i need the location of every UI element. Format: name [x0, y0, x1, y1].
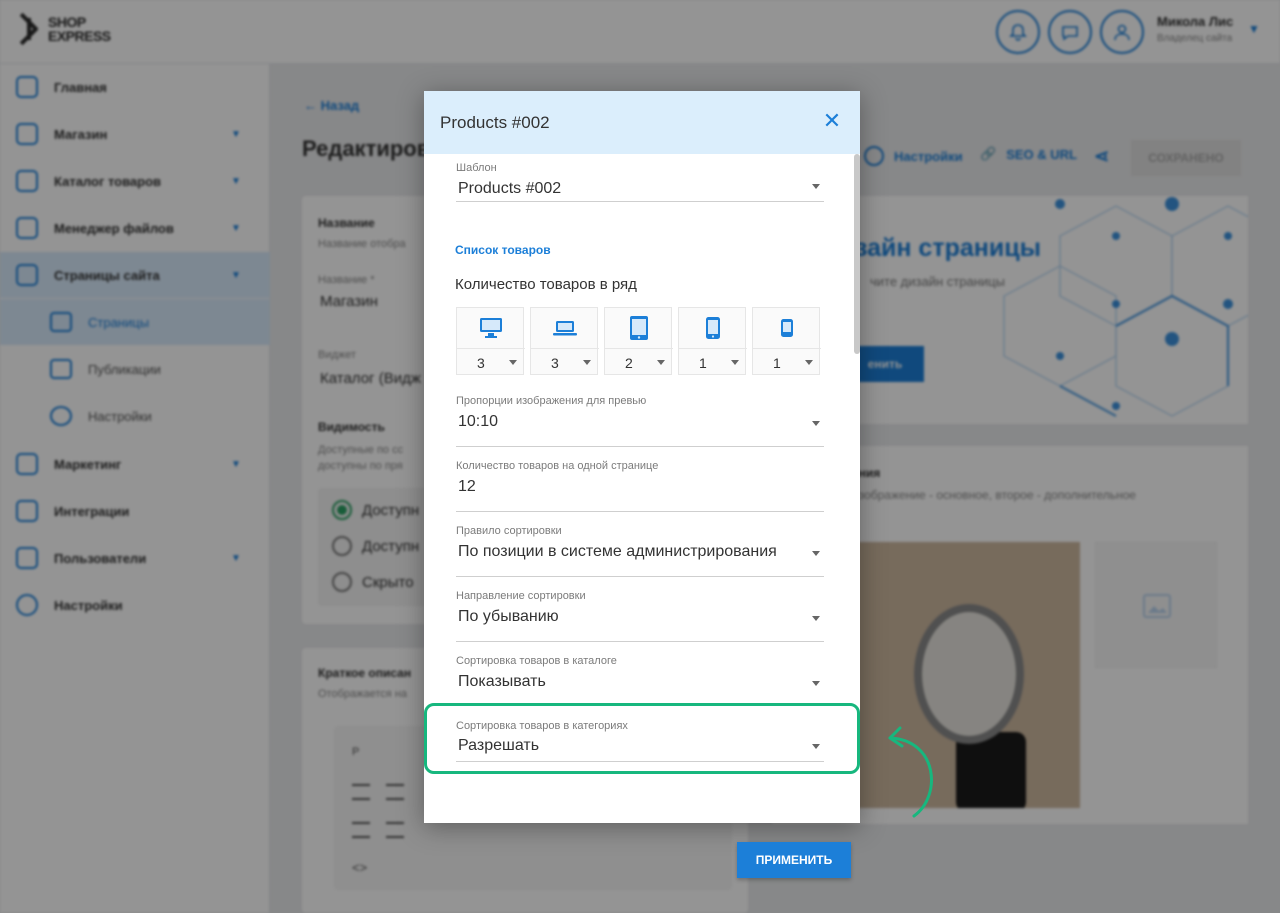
dropdown-arrow-icon	[812, 551, 820, 556]
category-sorting-select[interactable]: Сортировка товаров в категориях Разрешат…	[456, 720, 824, 762]
dropdown-arrow-icon	[812, 681, 820, 686]
laptop-icon	[531, 308, 599, 348]
catalog-sorting-select[interactable]: Сортировка товаров в каталоге Показывать	[456, 655, 824, 707]
small-phone-count-select[interactable]: 1	[753, 348, 821, 376]
tablet-count: 2	[625, 355, 633, 371]
template-label: Шаблон	[456, 162, 497, 174]
tablet-icon	[605, 308, 673, 348]
dropdown-arrow-icon	[731, 360, 739, 365]
small-phone-count: 1	[773, 355, 781, 371]
close-icon[interactable]: ✕	[822, 110, 842, 132]
dropdown-arrow-icon	[812, 744, 820, 749]
device-desktop: 3	[456, 307, 525, 376]
products-list-tab[interactable]: Список товаров	[455, 243, 551, 257]
sort-rule-label: Правило сортировки	[456, 525, 562, 537]
dropdown-arrow-icon	[812, 184, 820, 189]
sort-rule-value: По позиции в системе администрирования	[458, 543, 777, 560]
laptop-count: 3	[551, 355, 559, 371]
modal-title: Products #002	[440, 113, 550, 132]
products-per-row-title: Количество товаров в ряд	[455, 276, 637, 293]
image-ratio-value: 10:10	[458, 413, 499, 430]
tablet-count-select[interactable]: 2	[605, 348, 673, 376]
desktop-icon	[457, 308, 525, 348]
dropdown-arrow-icon	[583, 360, 591, 365]
desktop-count: 3	[477, 355, 485, 371]
template-select[interactable]: Шаблон Products #002	[456, 162, 824, 202]
sort-direction-value: По убыванию	[458, 608, 559, 625]
products-per-page-field[interactable]: Количество товаров на одной странице 12	[456, 460, 824, 512]
catalog-sorting-label: Сортировка товаров в каталоге	[456, 655, 617, 667]
products-per-page-label: Количество товаров на одной странице	[456, 460, 659, 472]
category-sorting-value: Разрешать	[458, 737, 540, 754]
phone-icon	[679, 308, 747, 348]
highlight-frame: Сортировка товаров в категориях Разрешат…	[424, 703, 860, 774]
products-per-page-value: 12	[458, 478, 476, 495]
dropdown-arrow-icon	[509, 360, 517, 365]
curved-arrow-icon	[888, 726, 933, 818]
sort-rule-select[interactable]: Правило сортировки По позиции в системе …	[456, 525, 824, 577]
desktop-count-select[interactable]: 3	[457, 348, 525, 376]
dropdown-arrow-icon	[812, 616, 820, 621]
image-ratio-label: Пропорции изображения для превью	[456, 395, 647, 407]
dropdown-arrow-icon	[657, 360, 665, 365]
device-phone: 1	[678, 307, 747, 376]
dropdown-arrow-icon	[805, 360, 813, 365]
device-tablet: 2	[604, 307, 673, 376]
modal-header: Products #002 ✕	[424, 91, 860, 154]
image-ratio-select[interactable]: Пропорции изображения для превью 10:10	[456, 395, 824, 447]
laptop-count-select[interactable]: 3	[531, 348, 599, 376]
phone-count: 1	[699, 355, 707, 371]
template-value: Products #002	[458, 180, 562, 197]
category-sorting-label: Сортировка товаров в категориях	[456, 720, 628, 732]
small-phone-icon	[753, 308, 821, 348]
device-laptop: 3	[530, 307, 599, 376]
sort-direction-label: Направление сортировки	[456, 590, 586, 602]
sort-direction-select[interactable]: Направление сортировки По убыванию	[456, 590, 824, 642]
device-small-phone: 1	[752, 307, 821, 376]
phone-count-select[interactable]: 1	[679, 348, 747, 376]
dropdown-arrow-icon	[812, 421, 820, 426]
apply-button[interactable]: ПРИМЕНИТЬ	[737, 842, 851, 878]
catalog-sorting-value: Показывать	[458, 673, 546, 690]
